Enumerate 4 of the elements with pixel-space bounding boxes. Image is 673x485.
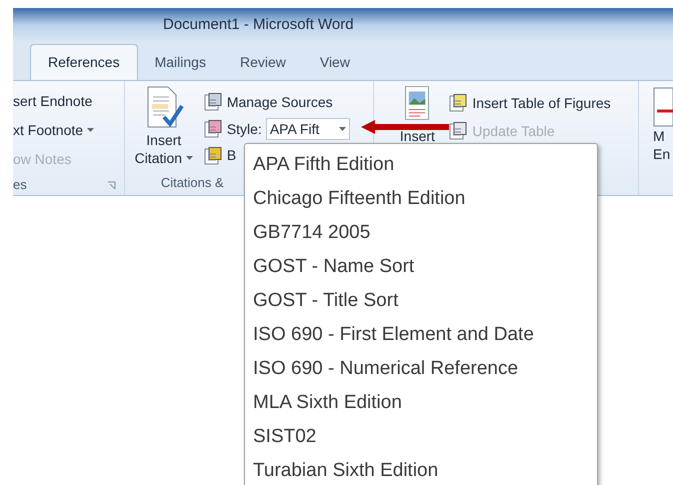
group-label: Citations & (160, 174, 225, 192)
style-label: Style: (226, 120, 262, 139)
window-title: Document1 - Microsoft Word (163, 14, 354, 35)
group-label: es (13, 176, 27, 194)
